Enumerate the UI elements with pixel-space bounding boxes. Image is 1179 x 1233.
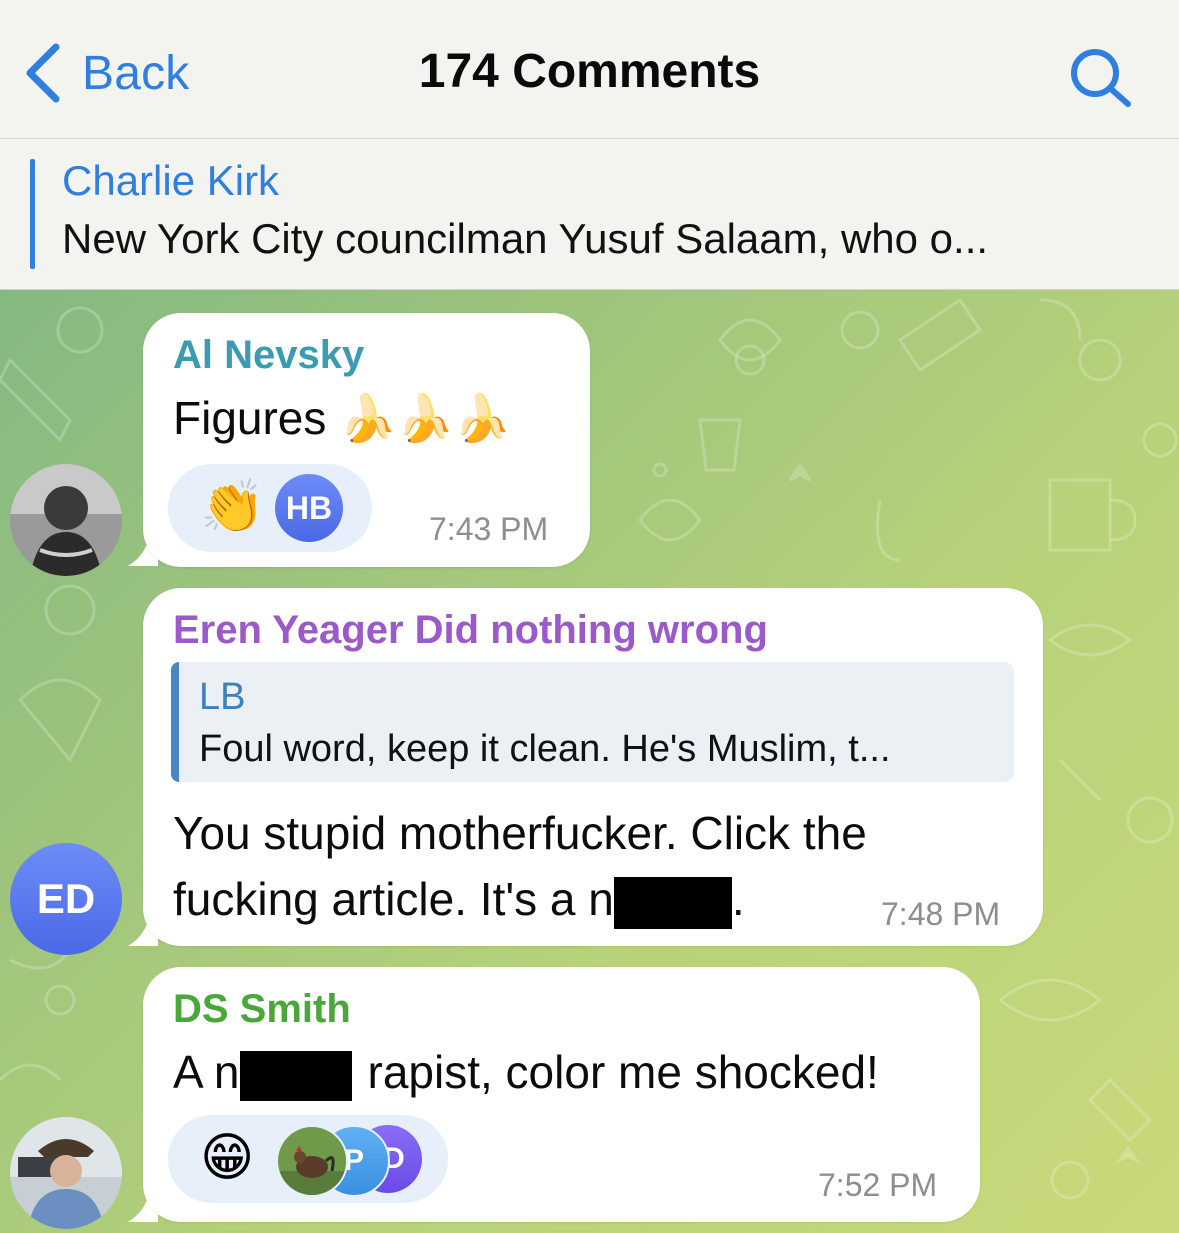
reply-quote[interactable]: LB Foul word, keep it clean. He's Muslim… (171, 662, 1014, 782)
message-timestamp: 7:48 PM (881, 896, 1001, 932)
message-text-fragment: . (731, 873, 745, 925)
message-timestamp: 7:43 PM (429, 511, 549, 547)
avatar[interactable] (10, 464, 122, 576)
clapping-hands-icon: 👏 (200, 478, 265, 536)
redaction-box (239, 1050, 352, 1101)
reaction-pill[interactable]: 😁 D P (168, 1115, 448, 1203)
message-text-fragment: fucking article. It's a n (173, 873, 614, 925)
pinned-author: Charlie Kirk (62, 157, 280, 204)
search-icon[interactable] (1068, 46, 1134, 108)
message-bubble[interactable]: Al Nevsky Figures 🍌🍌🍌 👏 HB 7:43 PM (143, 313, 590, 567)
reply-author: LB (199, 676, 246, 718)
message-sender[interactable]: DS Smith (173, 987, 351, 1032)
avatar[interactable]: ED (10, 843, 122, 955)
grinning-face-icon: 😁 (200, 1129, 255, 1187)
reactor-avatar: HB (275, 474, 343, 542)
message-sender[interactable]: Al Nevsky (173, 333, 364, 378)
message-text-line: You stupid motherfucker. Click the (173, 807, 867, 859)
page-title: 174 Comments (418, 45, 761, 98)
navigation-bar: Back 174 Comments (0, 0, 1179, 139)
message-bubble[interactable]: Eren Yeager Did nothing wrong LB Foul wo… (143, 588, 1043, 946)
reaction-pill[interactable]: 👏 HB (168, 464, 372, 552)
message-text-line: fucking article. It's a n. (173, 866, 745, 932)
reply-accent-bar (171, 662, 179, 782)
avatar[interactable] (10, 1117, 122, 1229)
message-text: Figures 🍌🍌🍌 (173, 392, 511, 444)
pinned-post-preview[interactable]: Charlie Kirk New York City councilman Yu… (0, 139, 1179, 290)
message-text-fragment: A n (173, 1046, 240, 1098)
pinned-text: New York City councilman Yusuf Salaam, w… (62, 215, 989, 262)
redaction-box (613, 876, 732, 929)
pinned-accent-bar (30, 159, 35, 269)
message-sender[interactable]: Eren Yeager Did nothing wrong (173, 608, 768, 653)
message-timestamp: 7:52 PM (818, 1167, 938, 1203)
reply-text: Foul word, keep it clean. He's Muslim, t… (199, 728, 891, 770)
message-text: A n rapist, color me shocked! (173, 1039, 879, 1105)
message-text-fragment: rapist, color me shocked! (367, 1046, 879, 1098)
reactor-avatar (276, 1125, 348, 1197)
message-bubble[interactable]: DS Smith A n rapist, color me shocked! 😁 … (143, 967, 980, 1222)
